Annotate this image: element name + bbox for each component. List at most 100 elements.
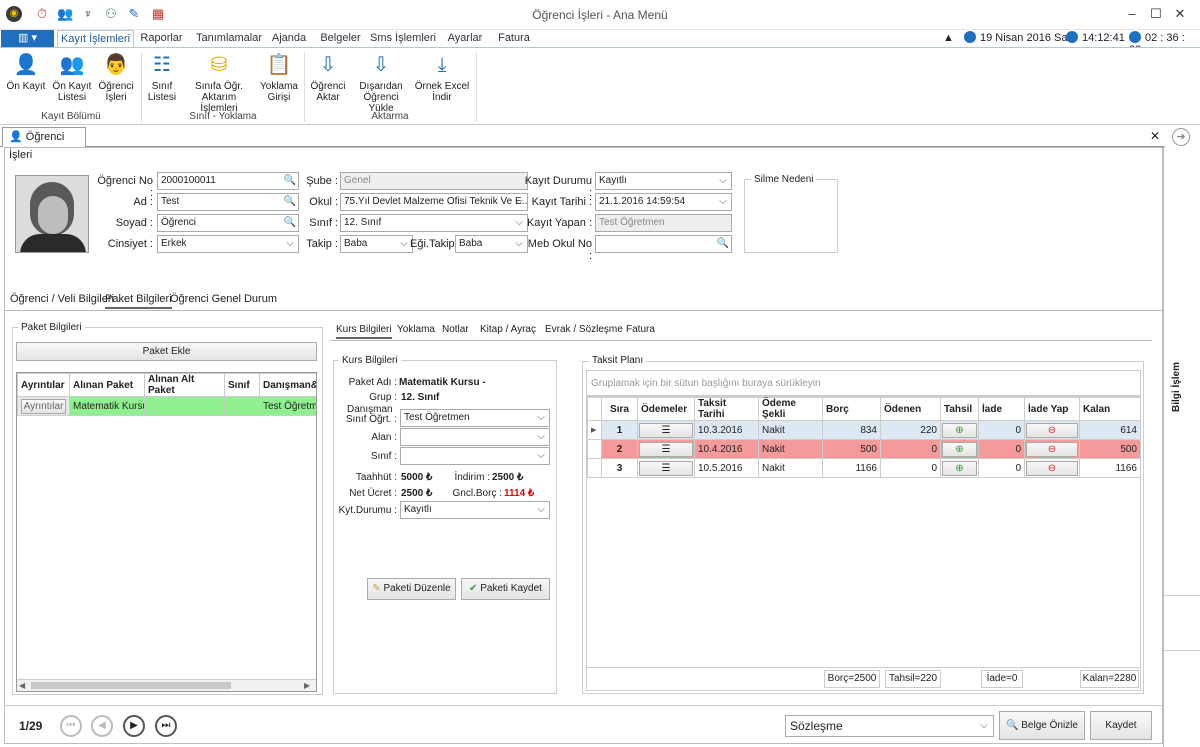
search-icon[interactable]: 🔍 xyxy=(715,236,731,252)
tab-ogrenci-genel-durum[interactable]: Öğrenci Genel Durum xyxy=(170,293,277,305)
kayit-yapan-input[interactable]: Test Öğretmen xyxy=(595,214,732,232)
takip-select[interactable]: Baba ⌵ xyxy=(340,235,413,253)
silme-nedeni-box[interactable] xyxy=(744,179,838,253)
ornek-excel-button[interactable]: ⤓ Örnek Excel İndir xyxy=(414,52,470,103)
iade-minus-icon[interactable]: ⊖ xyxy=(1026,441,1078,457)
col-odemeler[interactable]: Ödemeler xyxy=(637,397,695,421)
soyad-input[interactable]: Öğrenci 🔍 xyxy=(157,214,299,232)
tahsil-plus-icon[interactable]: ⊕ xyxy=(942,422,977,438)
scroll-right-icon[interactable]: ▶ xyxy=(304,681,310,690)
col-taksit-tarihi[interactable]: Taksit Tarihi xyxy=(694,397,759,421)
tab-fatura[interactable]: Fatura xyxy=(494,30,534,47)
col-ayrintilar[interactable]: Ayrıntılar xyxy=(17,373,70,397)
chevron-down-icon[interactable]: ⌵ xyxy=(533,429,549,445)
table-row[interactable]: Ayrıntılar Matematik Kursu Test Öğretme xyxy=(17,396,316,416)
doc-tab-ogrenci-isleri[interactable]: 👤 Öğrenci İşleri xyxy=(2,127,86,161)
paketi-kaydet-button[interactable]: ✔ Paketi Kaydet xyxy=(461,578,550,600)
collapse-ribbon-icon[interactable]: ▲ xyxy=(943,32,954,44)
tab-belgeler[interactable]: Belgeler xyxy=(318,30,363,47)
search-icon[interactable]: 🔍 xyxy=(282,173,298,189)
chevron-down-icon[interactable]: ⌵ xyxy=(975,716,993,736)
odemeler-list-icon[interactable]: ☰ xyxy=(639,422,693,438)
odemeler-list-icon[interactable]: ☰ xyxy=(639,441,693,457)
col-alinan-alt-paket[interactable]: Alınan Alt Paket xyxy=(144,373,225,397)
scroll-left-icon[interactable]: ◀ xyxy=(19,681,25,690)
ogrenci-aktar-button[interactable]: ⇩ Öğrenci Aktar xyxy=(307,52,349,103)
disaridan-yukle-button[interactable]: ⇩ Dışarıdan Öğrenci Yükle xyxy=(351,52,411,114)
paket-ekle-button[interactable]: Paket Ekle xyxy=(16,342,317,361)
kayit-durumu-select[interactable]: Kayıtlı ⌵ xyxy=(595,172,732,190)
col-odeme-sekli[interactable]: Ödeme Şekli xyxy=(758,397,823,421)
file-menu-button[interactable]: ▥ ▾ xyxy=(1,30,54,47)
minimize-button[interactable]: – xyxy=(1122,6,1142,24)
sozlesme-select[interactable]: Sözleşme ⌵ xyxy=(785,715,994,737)
tab-paket-bilgileri[interactable]: Paket Bilgileri xyxy=(105,293,172,309)
yoklama-girisi-button[interactable]: 📋 Yoklama Girişi xyxy=(258,52,300,103)
paketi-duzenle-button[interactable]: ✎ Paketi Düzenle xyxy=(367,578,456,600)
search-icon[interactable]: 🔍 xyxy=(282,215,298,231)
first-page-button[interactable]: ⏮ xyxy=(60,715,82,737)
alan-select[interactable]: ⌵ xyxy=(400,428,550,446)
chevron-down-icon[interactable]: ⌵ xyxy=(533,448,549,464)
okul-select[interactable]: 75.Yıl Devlet Malzeme Ofisi Teknik Ve E.… xyxy=(340,193,528,211)
col-sira[interactable]: Sıra xyxy=(601,397,638,421)
chevron-down-icon[interactable]: ⌵ xyxy=(533,502,549,518)
tab-ogrenci-veli[interactable]: Öğrenci / Veli Bilgileri xyxy=(10,293,114,305)
cinsiyet-select[interactable]: Erkek ⌵ xyxy=(157,235,299,253)
col-iade[interactable]: İade xyxy=(978,397,1025,421)
tahsil-plus-icon[interactable]: ⊕ xyxy=(942,441,977,457)
tab-raporlar[interactable]: Raporlar xyxy=(139,30,184,47)
meb-okul-no-input[interactable]: 🔍 xyxy=(595,235,732,253)
chevron-down-icon[interactable]: ⌵ xyxy=(715,194,731,210)
tab-evrak-sozlesme[interactable]: Evrak / Sözleşme xyxy=(545,324,623,335)
tab-kitap-ayrac[interactable]: Kitap / Ayraç xyxy=(480,324,536,335)
col-sinif[interactable]: Sınıf xyxy=(224,373,260,397)
sinif-listesi-button[interactable]: ☷ Sınıf Listesi xyxy=(144,52,180,103)
on-kayit-button[interactable]: 👤 Ön Kayıt xyxy=(4,52,48,92)
col-danisman[interactable]: Danışman&Sın xyxy=(259,373,316,397)
tab-yoklama[interactable]: Yoklama xyxy=(397,324,435,335)
col-tahsil[interactable]: Tahsil xyxy=(940,397,979,421)
tab-sms-islemleri[interactable]: Sms İşlemleri xyxy=(370,30,436,47)
col-kalan[interactable]: Kalan xyxy=(1079,397,1141,421)
tab-fatura[interactable]: Fatura xyxy=(626,324,655,335)
tab-kurs-bilgileri[interactable]: Kurs Bilgileri xyxy=(336,324,392,339)
kyt-durumu-select[interactable]: Kayıtlı ⌵ xyxy=(400,501,550,519)
search-icon[interactable]: 🔍 xyxy=(282,194,298,210)
tab-ajanda[interactable]: Ajanda xyxy=(268,30,310,47)
table-row[interactable]: ▶ 1 ☰ 10.3.2016 Nakit 834 220 ⊕ 0 ⊖ 614 xyxy=(587,420,1141,440)
tab-ayarlar[interactable]: Ayarlar xyxy=(445,30,485,47)
side-panel-label[interactable]: Bilgi İşlem xyxy=(1171,347,1191,427)
scroll-thumb[interactable] xyxy=(31,682,231,689)
danisman-select[interactable]: Test Öğretmen ⌵ xyxy=(400,409,550,427)
kaydet-button[interactable]: Kaydet xyxy=(1090,711,1152,740)
kayit-tarihi-picker[interactable]: 21.1.2016 14:59:54 ⌵ xyxy=(595,193,732,211)
tahsil-plus-icon[interactable]: ⊕ xyxy=(942,460,977,476)
close-button[interactable]: ✕ xyxy=(1170,6,1190,24)
arrow-right-icon[interactable]: ➜ xyxy=(1172,128,1190,146)
belge-onizle-button[interactable]: 🔍 Belge Önizle xyxy=(999,711,1085,740)
group-panel[interactable]: Gruplamak için bir sütun başlığını buray… xyxy=(586,370,1141,396)
kurs-sinif-select[interactable]: ⌵ xyxy=(400,447,550,465)
col-borc[interactable]: Borç xyxy=(822,397,881,421)
tab-tanimlamalar[interactable]: Tanımlamalar xyxy=(196,30,262,47)
sinifa-aktarim-button[interactable]: ⛁ Sınıfa Öğr. Aktarım İşlemleri xyxy=(184,52,254,114)
maximize-button[interactable]: ☐ xyxy=(1146,6,1166,24)
col-alinan-paket[interactable]: Alınan Paket xyxy=(69,373,145,397)
iade-minus-icon[interactable]: ⊖ xyxy=(1026,422,1078,438)
chevron-down-icon[interactable]: ⌵ xyxy=(533,410,549,426)
col-odenen[interactable]: Ödenen xyxy=(880,397,941,421)
table-row[interactable]: 2 ☰ 10.4.2016 Nakit 500 0 ⊕ 0 ⊖ 500 xyxy=(587,439,1141,459)
iade-minus-icon[interactable]: ⊖ xyxy=(1026,460,1078,476)
tab-kayit-islemleri[interactable]: Kayıt İşlemleri xyxy=(57,30,134,47)
col-iade-yap[interactable]: İade Yap xyxy=(1024,397,1080,421)
next-page-button[interactable]: ▶ xyxy=(123,715,145,737)
sube-input[interactable]: Genel xyxy=(340,172,528,190)
horizontal-scrollbar[interactable]: ◀ ▶ xyxy=(17,679,316,691)
ad-input[interactable]: Test 🔍 xyxy=(157,193,299,211)
egi-takip-select[interactable]: Baba ⌵ xyxy=(455,235,528,253)
ayrintilar-button[interactable]: Ayrıntılar xyxy=(21,398,66,414)
sinif-select[interactable]: 12. Sınıf ⌵ xyxy=(340,214,528,232)
chevron-down-icon[interactable]: ⌵ xyxy=(282,236,298,252)
odemeler-list-icon[interactable]: ☰ xyxy=(639,460,693,476)
